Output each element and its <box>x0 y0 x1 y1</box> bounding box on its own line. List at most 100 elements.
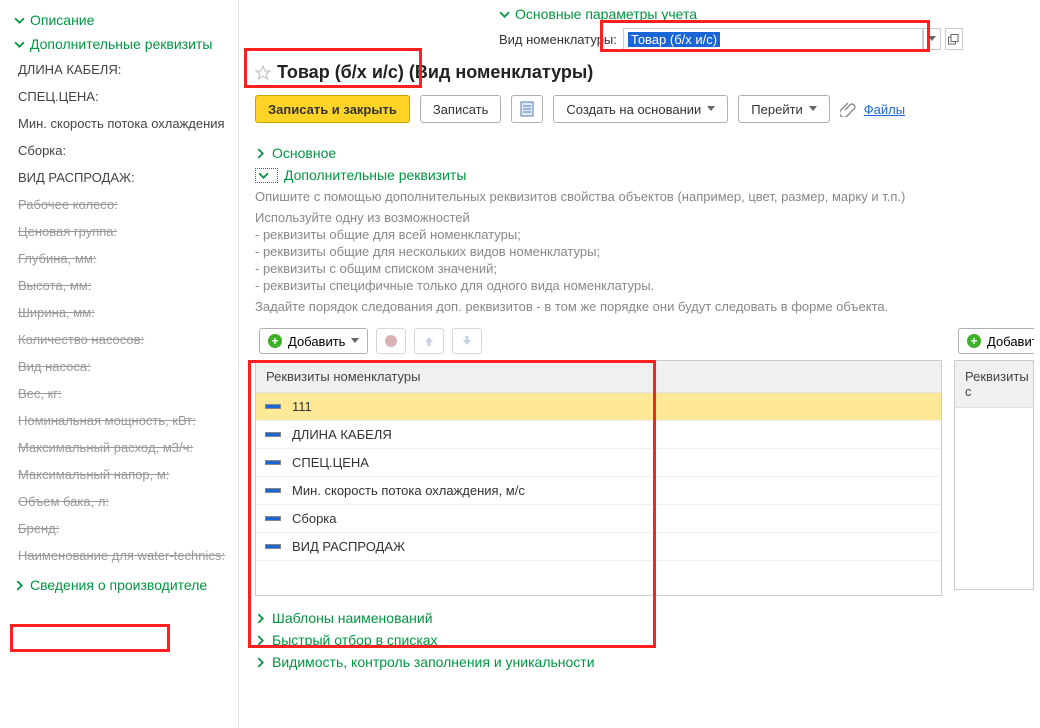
save-close-button[interactable]: Записать и закрыть <box>255 95 410 123</box>
section-label: Сведения о производителе <box>30 577 207 593</box>
section-main-params[interactable]: Основные параметры учета <box>499 6 697 22</box>
table-row[interactable]: Мин. скорость потока охлаждения, м/с <box>256 477 941 505</box>
paperclip-icon[interactable] <box>840 101 856 117</box>
section-label: Видимость, контроль заполнения и уникаль… <box>272 654 595 670</box>
caret-down-icon <box>707 106 715 112</box>
left-item-struck[interactable]: Максимальный расход, м3/ч: <box>18 440 226 455</box>
left-item[interactable]: Мин. скорость потока охлаждения <box>18 116 226 131</box>
chevron-right-icon <box>14 580 25 591</box>
side-grid[interactable]: Реквизиты с <box>954 360 1034 590</box>
left-item-struck[interactable]: Количество насосов: <box>18 332 226 347</box>
arrow-up-icon <box>423 335 435 347</box>
chevron-right-icon <box>255 657 266 668</box>
add-button[interactable]: + Добавить <box>259 328 368 354</box>
section-manufacturer[interactable]: Сведения о производителе <box>14 577 226 593</box>
table-row[interactable]: ДЛИНА КАБЕЛЯ <box>256 421 941 449</box>
table-row[interactable]: СПЕЦ.ЦЕНА <box>256 449 941 477</box>
left-item-struck[interactable]: Объем бака, л: <box>18 494 226 509</box>
move-down-button[interactable] <box>452 328 482 354</box>
chevron-down-icon <box>258 170 269 181</box>
move-up-button[interactable] <box>414 328 444 354</box>
section-label: Описание <box>30 12 94 28</box>
left-item[interactable]: Сборка: <box>18 143 226 158</box>
left-item[interactable]: СПЕЦ.ЦЕНА: <box>18 89 226 104</box>
section-label: Дополнительные реквизиты <box>284 167 466 183</box>
caret-down-icon <box>351 338 359 344</box>
plus-icon: + <box>268 334 282 348</box>
section-additional-props[interactable]: Дополнительные реквизиты <box>255 167 1034 183</box>
document-lines-icon <box>520 101 534 117</box>
side-grid-col: + Добавит Реквизиты с <box>954 324 1034 596</box>
row-type-icon <box>266 517 280 520</box>
section-additional-props-left[interactable]: Дополнительные реквизиты <box>14 36 226 52</box>
dropdown-button[interactable] <box>923 28 941 50</box>
chevron-down-icon <box>499 9 510 20</box>
section-label: Основные параметры учета <box>515 6 697 22</box>
plus-icon: + <box>967 334 981 348</box>
row-type-icon <box>266 489 280 492</box>
left-item-struck[interactable]: Наименование для water-technics: <box>18 548 226 563</box>
row-type-icon <box>266 461 280 464</box>
requisites-grid[interactable]: Реквизиты номенклатуры 111 ДЛИНА КАБЕЛЯ … <box>255 360 942 596</box>
section-label: Основное <box>272 145 336 161</box>
left-item[interactable]: ВИД РАСПРОДАЖ: <box>18 170 226 185</box>
left-item-struck[interactable]: Вид насоса: <box>18 359 226 374</box>
description-text: Задайте порядок следования доп. реквизит… <box>255 299 1034 314</box>
chevron-right-icon <box>255 635 266 646</box>
left-item-struck[interactable]: Глубина, мм: <box>18 251 226 266</box>
caret-down-icon <box>809 106 817 112</box>
left-item-struck[interactable]: Максимальный напор, м: <box>18 467 226 482</box>
side-grid-toolbar: + Добавит <box>954 324 1034 360</box>
create-based-on-button[interactable]: Создать на основании <box>553 95 728 123</box>
row-type-icon <box>266 433 280 436</box>
left-sidebar: Описание Дополнительные реквизиты ДЛИНА … <box>0 0 238 728</box>
section-label: Дополнительные реквизиты <box>30 36 212 52</box>
left-item-struck[interactable]: Бренд: <box>18 521 226 536</box>
main-grid-col: + Добавить <box>255 324 942 596</box>
table-row[interactable]: 111 <box>256 393 941 421</box>
chevron-down-icon <box>14 39 25 50</box>
goto-button[interactable]: Перейти <box>738 95 830 123</box>
left-item-struck[interactable]: Высота, мм: <box>18 278 226 293</box>
section-quick-filter[interactable]: Быстрый отбор в списках <box>255 632 1034 648</box>
description-text: Опишите с помощью дополнительных реквизи… <box>255 189 1034 204</box>
star-icon[interactable] <box>255 65 271 81</box>
chevron-right-icon <box>255 148 266 159</box>
section-label: Шаблоны наименований <box>272 610 433 626</box>
chevron-right-icon <box>255 613 266 624</box>
nomenclature-type-label: Вид номенклатуры: <box>499 32 617 47</box>
left-item-struck[interactable]: Ширина, мм: <box>18 305 226 320</box>
left-item-struck[interactable]: Вес, кг: <box>18 386 226 401</box>
side-add-button[interactable]: + Добавит <box>958 328 1034 354</box>
description-text: Используйте одну из возможностей - рекви… <box>255 210 1034 293</box>
left-item-struck[interactable]: Ценовая группа: <box>18 224 226 239</box>
table-row[interactable]: ВИД РАСПРОДАЖ <box>256 533 941 561</box>
arrow-down-icon <box>461 335 473 347</box>
grid-toolbar: + Добавить <box>255 324 942 360</box>
row-type-icon <box>266 405 280 408</box>
page-title: Товар (б/х и/с) (Вид номенклатуры) <box>277 62 593 83</box>
caret-down-icon <box>928 36 936 42</box>
right-form: Основные параметры учета Вид номенклатур… <box>238 0 1040 728</box>
section-visibility[interactable]: Видимость, контроль заполнения и уникаль… <box>255 654 1034 670</box>
delete-button[interactable] <box>376 328 406 354</box>
left-item-struck[interactable]: Номинальная мощность, кВт: <box>18 413 226 428</box>
section-description[interactable]: Описание <box>14 12 226 28</box>
section-name-templates[interactable]: Шаблоны наименований <box>255 610 1034 626</box>
section-main[interactable]: Основное <box>255 145 1034 161</box>
files-link[interactable]: Файлы <box>864 102 905 117</box>
chevron-down-icon <box>14 15 25 26</box>
row-type-icon <box>266 545 280 548</box>
nomenclature-type-input[interactable]: Товар (б/х и/с) <box>623 28 923 50</box>
grid-header: Реквизиты с <box>955 361 1033 408</box>
open-button[interactable] <box>945 28 963 50</box>
main-toolbar: Записать и закрыть Записать Создать на о… <box>249 87 1040 137</box>
section-label: Быстрый отбор в списках <box>272 632 438 648</box>
left-item[interactable]: ДЛИНА КАБЕЛЯ: <box>18 62 226 77</box>
table-row[interactable]: Сборка <box>256 505 941 533</box>
left-item-struck[interactable]: Рабочее колесо: <box>18 197 226 212</box>
delete-circle-icon <box>384 334 398 348</box>
save-button[interactable]: Записать <box>420 95 502 123</box>
report-button[interactable] <box>511 95 543 123</box>
open-external-icon <box>948 34 959 45</box>
